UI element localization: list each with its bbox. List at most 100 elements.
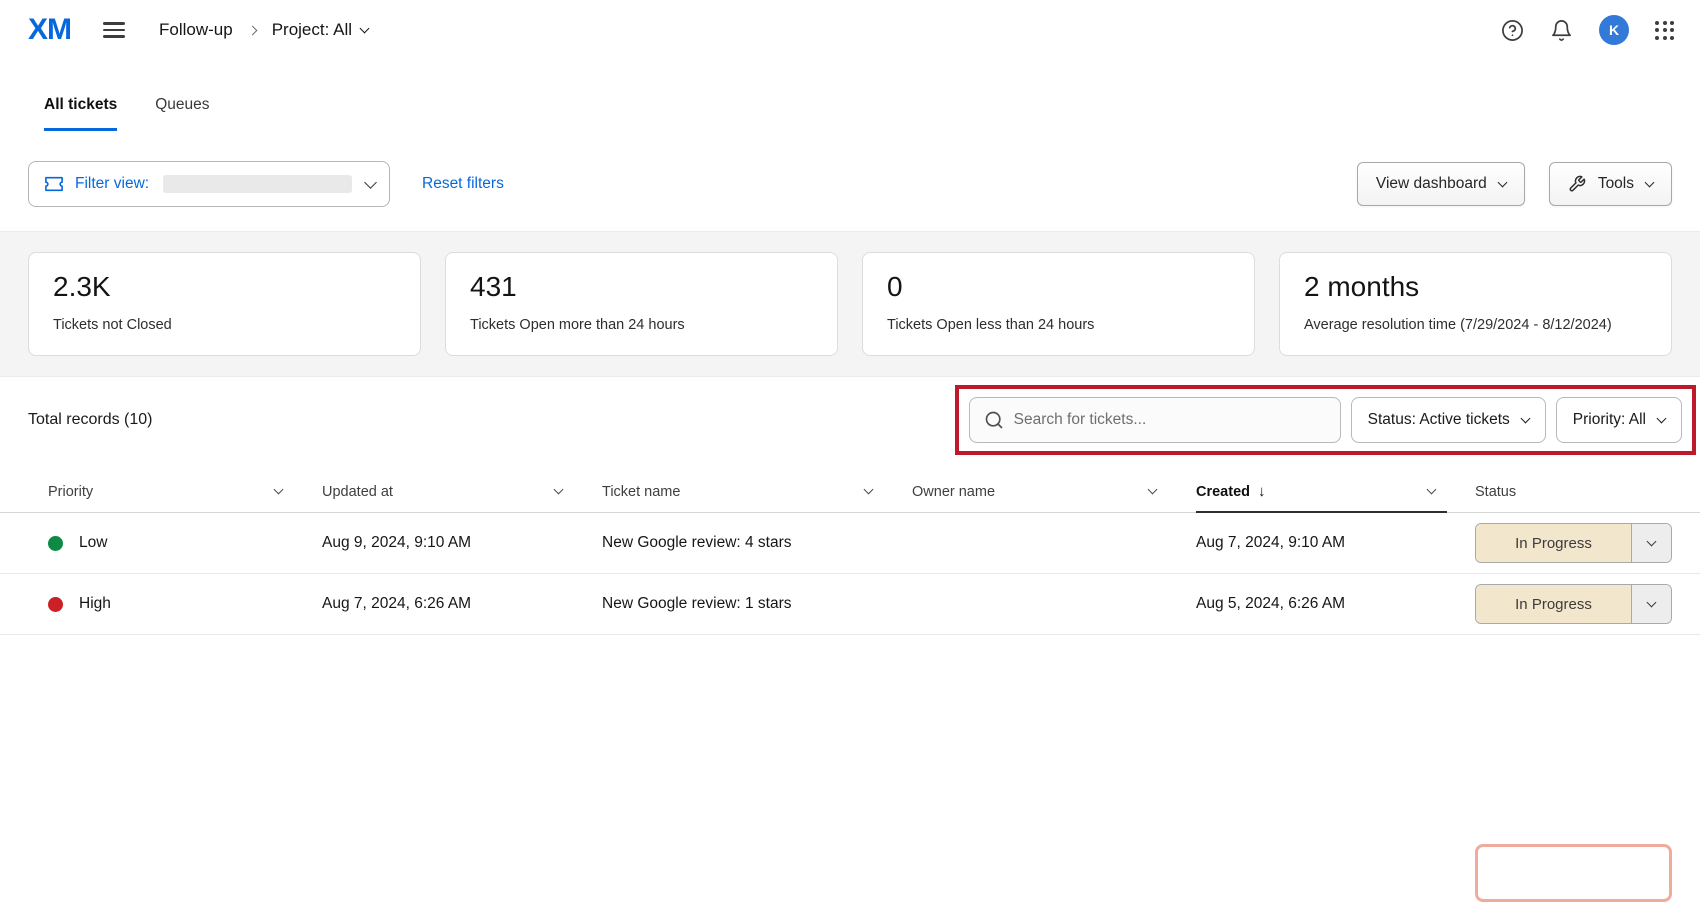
table-row[interactable]: High Aug 7, 2024, 6:26 AM New Google rev…: [0, 574, 1700, 635]
column-header-ticket-name[interactable]: Ticket name: [602, 471, 912, 512]
stats-strip: 2.3K Tickets not Closed 431 Tickets Open…: [0, 231, 1700, 377]
total-records-label: Total records (10): [28, 411, 153, 429]
status-dropdown[interactable]: In Progress: [1475, 584, 1672, 624]
avatar[interactable]: K: [1599, 15, 1629, 45]
updated-at-cell: Aug 7, 2024, 6:26 AM: [322, 595, 602, 613]
status-caret-button[interactable]: [1631, 524, 1671, 562]
created-cell: Aug 7, 2024, 9:10 AM: [1196, 534, 1475, 552]
column-label: Ticket name: [602, 484, 680, 500]
priority-dot: [48, 536, 63, 551]
stat-card-open-less-24h: 0 Tickets Open less than 24 hours: [862, 252, 1255, 356]
stat-value: 2.3K: [53, 271, 396, 303]
chevron-down-icon: [1647, 536, 1657, 546]
status-cell: In Progress: [1475, 584, 1672, 624]
stat-value: 431: [470, 271, 813, 303]
priority-filter-dropdown[interactable]: Priority: All: [1556, 397, 1682, 443]
help-button[interactable]: [1501, 19, 1524, 42]
reset-filters-link[interactable]: Reset filters: [422, 175, 504, 193]
tools-label: Tools: [1598, 175, 1634, 193]
stat-card-open-more-24h: 431 Tickets Open more than 24 hours: [445, 252, 838, 356]
tab-queues[interactable]: Queues: [155, 96, 209, 131]
stat-label: Tickets Open more than 24 hours: [470, 317, 813, 333]
hamburger-menu-icon[interactable]: [103, 22, 125, 38]
tools-button[interactable]: Tools: [1549, 162, 1672, 206]
column-label: Owner name: [912, 484, 995, 500]
column-header-created[interactable]: Created ↓: [1196, 471, 1475, 512]
status-caret-button[interactable]: [1631, 585, 1671, 623]
wrench-icon: [1568, 175, 1586, 193]
chevron-down-icon: [360, 23, 370, 33]
stat-label: Average resolution time (7/29/2024 - 8/1…: [1304, 317, 1647, 333]
column-header-owner-name[interactable]: Owner name: [912, 471, 1196, 512]
status-filter-label: Status: Active tickets: [1368, 411, 1510, 429]
status-filter-dropdown[interactable]: Status: Active tickets: [1351, 397, 1546, 443]
stat-value: 2 months: [1304, 271, 1647, 303]
priority-cell: High: [48, 595, 322, 613]
project-selector[interactable]: Project: All: [272, 20, 368, 40]
updated-at-cell: Aug 9, 2024, 9:10 AM: [322, 534, 602, 552]
created-cell: Aug 5, 2024, 6:26 AM: [1196, 595, 1475, 613]
help-icon: [1501, 19, 1524, 42]
apps-grid-icon[interactable]: [1655, 21, 1674, 40]
column-header-updated-at[interactable]: Updated at: [322, 471, 602, 512]
tickets-table: Priority Updated at Ticket name Owner na…: [0, 471, 1700, 635]
cutoff-annotation: [1475, 844, 1672, 902]
chevron-down-icon: [864, 485, 874, 495]
column-label: Status: [1475, 484, 1516, 500]
top-bar-right: K: [1501, 15, 1674, 45]
ticket-name-cell: New Google review: 4 stars: [602, 534, 912, 552]
view-dashboard-button[interactable]: View dashboard: [1357, 162, 1525, 206]
chevron-down-icon: [1148, 485, 1158, 495]
column-label: Priority: [48, 484, 93, 500]
priority-dot: [48, 597, 63, 612]
stat-card-avg-resolution: 2 months Average resolution time (7/29/2…: [1279, 252, 1672, 356]
chevron-down-icon: [1427, 485, 1437, 495]
column-label: Created: [1196, 484, 1250, 500]
chevron-down-icon: [554, 485, 564, 495]
ticket-icon: [43, 175, 65, 193]
annotation-highlight-box: Status: Active tickets Priority: All: [955, 385, 1696, 455]
top-bar-left: XM Follow-up Project: All: [28, 13, 368, 47]
view-dashboard-label: View dashboard: [1376, 175, 1487, 193]
breadcrumb-section: Follow-up: [159, 20, 233, 40]
priority-cell: Low: [48, 534, 322, 552]
column-label: Updated at: [322, 484, 393, 500]
filter-view-value-redacted: [163, 175, 352, 193]
chevron-down-icon: [1647, 597, 1657, 607]
chevron-down-icon: [1497, 177, 1507, 187]
column-header-priority[interactable]: Priority: [48, 471, 322, 512]
stat-value: 0: [887, 271, 1230, 303]
tab-all-tickets[interactable]: All tickets: [44, 96, 117, 131]
project-selector-label: Project: All: [272, 20, 352, 40]
chevron-down-icon: [274, 485, 284, 495]
top-bar: XM Follow-up Project: All K: [0, 0, 1700, 60]
stat-label: Tickets not Closed: [53, 317, 396, 333]
chevron-down-icon: [1520, 413, 1530, 423]
chevron-down-icon: [1657, 413, 1667, 423]
filter-view-label: Filter view:: [75, 175, 149, 193]
chevron-down-icon: [364, 176, 377, 189]
priority-label: Low: [79, 534, 107, 552]
tabs: All tickets Queues: [0, 60, 1700, 131]
breadcrumb: Follow-up Project: All: [159, 20, 368, 40]
priority-filter-label: Priority: All: [1573, 411, 1646, 429]
bell-icon: [1550, 19, 1573, 42]
status-cell: In Progress: [1475, 523, 1672, 563]
status-value[interactable]: In Progress: [1476, 524, 1631, 562]
sort-desc-icon: ↓: [1258, 483, 1266, 500]
ticket-search: [969, 397, 1341, 443]
priority-label: High: [79, 595, 111, 613]
column-header-status: Status: [1475, 471, 1672, 512]
search-icon: [984, 410, 1004, 430]
stat-label: Tickets Open less than 24 hours: [887, 317, 1230, 333]
search-input[interactable]: [1014, 411, 1326, 429]
xm-logo: XM: [28, 13, 71, 47]
ticket-name-cell: New Google review: 1 stars: [602, 595, 912, 613]
filter-row: Filter view: Reset filters View dashboar…: [0, 161, 1700, 207]
notifications-button[interactable]: [1550, 19, 1573, 42]
status-dropdown[interactable]: In Progress: [1475, 523, 1672, 563]
table-row[interactable]: Low Aug 9, 2024, 9:10 AM New Google revi…: [0, 513, 1700, 574]
filter-view-dropdown[interactable]: Filter view:: [28, 161, 390, 207]
status-value[interactable]: In Progress: [1476, 585, 1631, 623]
chevron-right-icon: [247, 25, 257, 35]
